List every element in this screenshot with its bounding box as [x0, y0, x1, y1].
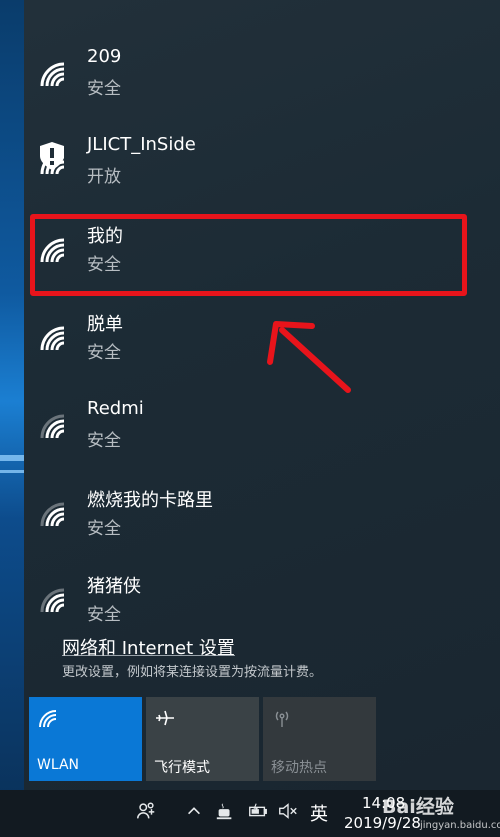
network-name: JLICT_InSide [87, 134, 196, 155]
network-name: 猪猪侠 [87, 576, 141, 597]
wifi-signal-medium-icon [38, 412, 70, 440]
wifi-open-signal-icon [38, 142, 70, 176]
network-item-zhuzhuxia[interactable]: 猪猪侠 安全 [24, 564, 480, 644]
network-status: 安全 [87, 343, 121, 363]
wlan-toggle-tile[interactable]: WLAN [29, 697, 142, 781]
red-arrow-icon [267, 321, 351, 393]
people-icon[interactable] [134, 800, 158, 824]
tile-label: WLAN [37, 757, 80, 773]
network-settings-link[interactable]: 网络和 Internet 设置 [62, 634, 235, 660]
mobile-hotspot-tile[interactable]: 移动热点 [263, 697, 376, 781]
network-item-ranshao[interactable]: 燃烧我的卡路里 安全 [24, 478, 480, 558]
network-item-209[interactable]: 209 安全 [24, 38, 480, 118]
airplane-icon [156, 710, 174, 726]
network-status: 开放 [87, 167, 121, 187]
hotspot-icon [275, 711, 289, 727]
network-item-jlict-inside[interactable]: JLICT_InSide 开放 [24, 126, 480, 206]
input-method-indicator[interactable]: 英 [310, 800, 328, 826]
tile-label: 移动热点 [271, 760, 327, 776]
wifi-signal-icon [38, 236, 70, 264]
tile-label: 飞行模式 [154, 760, 210, 776]
network-item-redmi[interactable]: Redmi 安全 [24, 390, 480, 470]
wifi-signal-medium-icon [38, 586, 70, 614]
network-status: 安全 [87, 79, 121, 99]
network-status: 安全 [87, 255, 121, 275]
wifi-signal-medium-icon [38, 500, 70, 528]
coffee-icon[interactable] [214, 800, 236, 824]
network-name: 209 [87, 46, 122, 67]
network-item-wode[interactable]: 我的 安全 [24, 214, 480, 294]
chevron-up-icon[interactable] [184, 800, 204, 824]
network-status: 安全 [87, 605, 121, 625]
airplane-mode-tile[interactable]: 飞行模式 [146, 697, 259, 781]
shield-warning-icon [40, 142, 64, 170]
baidu-jingyan-watermark: Bai经验 jingyan.baidu.com [382, 792, 500, 836]
wifi-icon [39, 710, 57, 728]
volume-muted-icon[interactable] [276, 800, 300, 824]
network-name: Redmi [87, 398, 144, 419]
watermark-url: jingyan.baidu.com [420, 820, 500, 831]
network-name: 脱单 [87, 314, 123, 335]
network-status: 安全 [87, 519, 121, 539]
network-item-tuodan[interactable]: 脱单 安全 [24, 302, 480, 382]
network-settings-description: 更改设置，例如将某连接设置为按流量计费。 [62, 665, 323, 680]
wifi-signal-icon [38, 60, 70, 88]
network-name: 燃烧我的卡路里 [87, 490, 213, 511]
network-status: 安全 [87, 431, 121, 451]
wifi-signal-icon [38, 324, 70, 352]
battery-icon[interactable] [246, 800, 270, 824]
watermark-logo-text: Bai经验 [382, 796, 454, 818]
network-name: 我的 [87, 226, 123, 247]
